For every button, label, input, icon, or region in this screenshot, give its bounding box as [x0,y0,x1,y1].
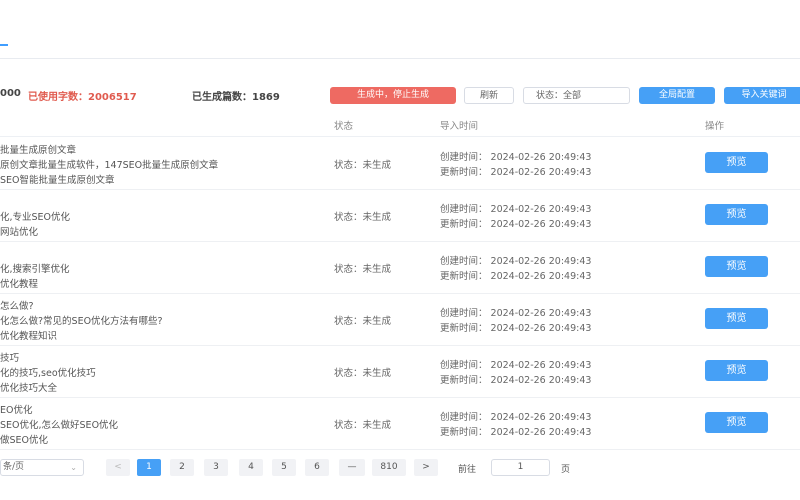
table-row: 技巧 化的技巧,seo优化技巧 优化技巧大全 状态：未生成 创建时间： 2024… [0,345,800,398]
created-time: 创建时间： 2024-02-26 20:49:43 [440,360,592,371]
page-button[interactable]: 2 [170,459,194,476]
page-button[interactable]: 5 [272,459,296,476]
page-button[interactable]: 4 [239,459,263,476]
updated-time: 更新时间： 2024-02-26 20:49:43 [440,167,592,178]
keyword-variant: 优化技巧大全 [0,383,58,394]
keyword-variant: SEO智能批量生成原创文章 [0,175,115,186]
table-header: 状态 导入时间 操作 [0,114,800,137]
created-time: 创建时间： 2024-02-26 20:49:43 [440,256,592,267]
keyword-variant: 做SEO优化 [0,435,49,446]
keyword-variant: SEO优化,怎么做好SEO优化 [0,420,119,431]
table-row: 怎么做? 化怎么做?常见的SEO优化方法有哪些? 优化教程知识 状态：未生成 创… [0,293,800,346]
keyword-title: 怎么做? [0,301,34,312]
global-config-button[interactable]: 全局配置 [639,87,715,104]
row-status: 状态：未生成 [334,212,392,223]
stop-generation-button[interactable]: 生成中，停止生成 [330,87,456,104]
keyword-variant: 化的技巧,seo优化技巧 [0,368,96,379]
page-button[interactable]: 3 [204,459,228,476]
row-status: 状态：未生成 [334,368,392,379]
page-button[interactable]: 6 [305,459,329,476]
word-limit-value: 000 [0,88,21,99]
table-row: 化,搜索引擎优化 优化教程 状态：未生成 创建时间： 2024-02-26 20… [0,241,800,294]
table-row: EO优化 SEO优化,怎么做好SEO优化 做SEO优化 状态：未生成 创建时间：… [0,397,800,450]
table-row: 批量生成原创文章 原创文章批量生成软件，147SEO批量生成原创文章 SEO智能… [0,137,800,190]
page-size-label: 条/页 [3,462,25,472]
goto-label: 前往 [458,465,477,475]
preview-button[interactable]: 预览 [705,152,768,173]
preview-button[interactable]: 预览 [705,308,768,329]
keyword-title: 技巧 [0,353,20,364]
keyword-title: EO优化 [0,405,33,416]
page-button[interactable]: 810 [372,459,406,476]
used-words-label: 已使用字数： [28,92,88,103]
chevron-down-icon: ⌄ [70,463,77,472]
top-tab-bar [0,0,800,59]
import-keywords-button[interactable]: 导入关键词 [724,87,800,104]
refresh-button[interactable]: 刷新 [464,87,514,104]
preview-button[interactable]: 预览 [705,360,768,381]
header-status: 状态 [334,121,354,132]
page-button[interactable]: 1 [137,459,161,476]
keyword-variant: 优化教程 [0,279,39,290]
goto-page-input[interactable]: 1 [491,459,550,476]
keyword-title: 批量生成原创文章 [0,145,77,156]
more-pages-button[interactable]: — [339,459,365,476]
header-actions: 操作 [705,121,725,132]
updated-time: 更新时间： 2024-02-26 20:49:43 [440,427,592,438]
keyword-variant: 化,搜索引擎优化 [0,264,70,275]
created-time: 创建时间： 2024-02-26 20:49:43 [440,152,592,163]
prev-page-button[interactable]: < [106,459,130,476]
page-size-select[interactable]: 条/页 ⌄ [0,459,84,476]
generated-count-value: 1869 [252,92,280,103]
keyword-variant: 化怎么做?常见的SEO优化方法有哪些? [0,316,163,327]
row-status: 状态：未生成 [334,316,392,327]
row-status: 状态：未生成 [334,264,392,275]
next-page-button[interactable]: > [414,459,438,476]
row-status: 状态：未生成 [334,420,392,431]
updated-time: 更新时间： 2024-02-26 20:49:43 [440,219,592,230]
table-row: 化,专业SEO优化 网站优化 状态：未生成 创建时间： 2024-02-26 2… [0,189,800,242]
preview-button[interactable]: 预览 [705,412,768,433]
keyword-variant: 优化教程知识 [0,331,58,342]
keyword-variant: 化,专业SEO优化 [0,212,71,223]
created-time: 创建时间： 2024-02-26 20:49:43 [440,308,592,319]
header-import-time: 导入时间 [440,121,479,132]
generated-count-stat: 已生成篇数：1869 [192,88,280,103]
pagination: 条/页 ⌄ < 1 2 3 4 5 6 — 810 > 前往 1 页 [0,458,800,478]
preview-button[interactable]: 预览 [705,204,768,225]
created-time: 创建时间： 2024-02-26 20:49:43 [440,412,592,423]
row-status: 状态：未生成 [334,160,392,171]
keyword-variant: 原创文章批量生成软件，147SEO批量生成原创文章 [0,160,219,171]
updated-time: 更新时间： 2024-02-26 20:49:43 [440,323,592,334]
active-tab-indicator [0,44,8,46]
updated-time: 更新时间： 2024-02-26 20:49:43 [440,271,592,282]
created-time: 创建时间： 2024-02-26 20:49:43 [440,204,592,215]
keyword-variant: 网站优化 [0,227,39,238]
preview-button[interactable]: 预览 [705,256,768,277]
used-words-stat: 已使用字数：2006517 [28,88,137,103]
generated-count-label: 已生成篇数： [192,92,252,103]
status-filter-select[interactable]: 状态：全部 [523,87,630,104]
used-words-value: 2006517 [88,92,137,103]
goto-unit-label: 页 [561,465,571,475]
updated-time: 更新时间： 2024-02-26 20:49:43 [440,375,592,386]
